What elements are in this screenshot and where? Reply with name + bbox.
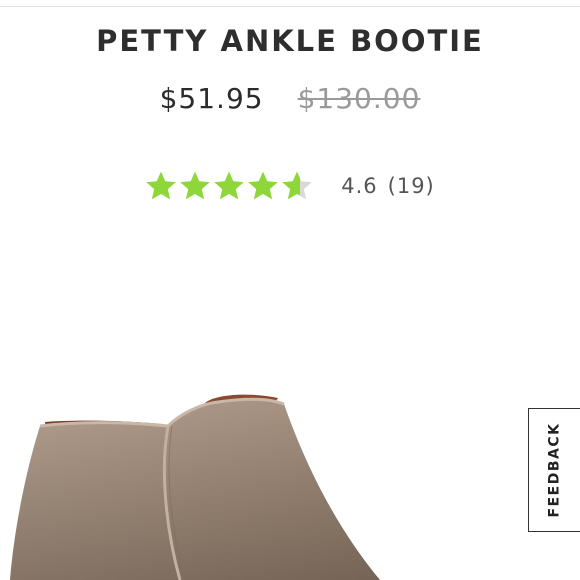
star-icon xyxy=(282,171,313,200)
product-title: PETTY ANKLE BOOTIE xyxy=(96,24,484,58)
rating-value: 4.6 xyxy=(341,174,378,198)
header-divider xyxy=(0,6,580,7)
rating-row[interactable]: 4.6 (19) xyxy=(0,170,580,202)
price-row: $51.95 $130.00 xyxy=(0,82,580,115)
bootie-shape xyxy=(10,394,380,580)
star-icon xyxy=(180,171,211,200)
original-price: $130.00 xyxy=(297,82,421,115)
sale-price: $51.95 xyxy=(159,82,264,115)
review-count-link[interactable]: (19) xyxy=(388,174,435,198)
star-icon xyxy=(146,171,177,200)
star-icon xyxy=(214,171,245,200)
feedback-tab-label: FEEDBACK xyxy=(546,422,563,518)
product-page: PETTY ANKLE BOOTIE $51.95 $130.00 4.6 (1… xyxy=(0,0,580,580)
star-rating xyxy=(145,170,313,202)
star-icon xyxy=(248,171,279,200)
feedback-tab[interactable]: FEEDBACK xyxy=(528,408,580,532)
product-image[interactable] xyxy=(0,380,440,580)
